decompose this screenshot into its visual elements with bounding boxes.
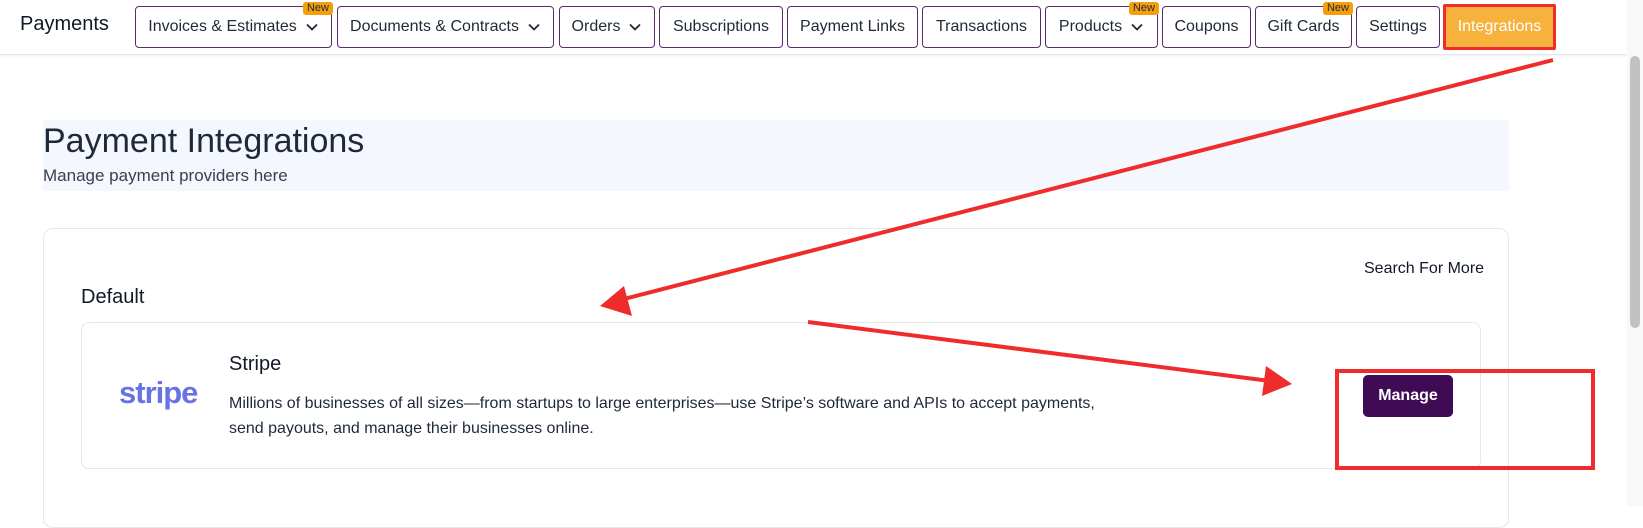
new-badge: New xyxy=(302,2,333,15)
tab-gift-cards[interactable]: Gift Cards New xyxy=(1255,2,1353,48)
search-for-more-link[interactable]: Search For More xyxy=(1364,260,1484,278)
manage-button[interactable]: Manage xyxy=(1363,375,1453,417)
tab-documents-contracts[interactable]: Documents & Contracts xyxy=(337,6,554,48)
tab-label: Settings xyxy=(1369,18,1427,35)
tab-label: Coupons xyxy=(1174,18,1239,35)
tab-label: Payment Links xyxy=(800,18,905,35)
tab-label: Products xyxy=(1058,18,1123,35)
section-heading-default: Default xyxy=(81,286,145,308)
tab-coupons[interactable]: Coupons xyxy=(1162,6,1251,48)
top-navigation-bar: Payments Invoices & Estimates New Docume… xyxy=(0,0,1627,55)
tab-label: Integrations xyxy=(1457,18,1542,35)
scrollbar-thumb[interactable] xyxy=(1630,56,1640,328)
chevron-down-icon xyxy=(528,23,540,31)
tab-integrations[interactable]: Integrations xyxy=(1443,4,1556,50)
tab-label: Gift Cards xyxy=(1267,18,1340,35)
integrations-card: Search For More Default stripe Stripe Mi… xyxy=(43,228,1509,528)
provider-description: Millions of businesses of all sizes—from… xyxy=(229,395,1095,437)
page-subtitle: Manage payment providers here xyxy=(43,166,288,185)
tab-label: Documents & Contracts xyxy=(350,18,519,35)
chevron-down-icon xyxy=(1131,23,1143,31)
tab-payment-links[interactable]: Payment Links xyxy=(787,6,918,48)
stripe-logo: stripe xyxy=(119,375,198,410)
provider-name: Stripe xyxy=(229,353,282,375)
app-title: Payments xyxy=(20,13,109,35)
chevron-down-icon xyxy=(306,23,318,31)
tab-subscriptions[interactable]: Subscriptions xyxy=(659,6,783,48)
tab-label: Transactions xyxy=(936,18,1027,35)
tab-label: Orders xyxy=(571,18,621,35)
tab-transactions[interactable]: Transactions xyxy=(922,6,1041,48)
chevron-down-icon xyxy=(629,23,642,31)
vertical-scrollbar[interactable] xyxy=(1627,0,1643,506)
page-header: Payment Integrations Manage payment prov… xyxy=(43,120,1509,191)
tab-label: Invoices & Estimates xyxy=(148,18,297,35)
new-badge: New xyxy=(1128,2,1159,15)
integration-item-stripe: stripe Stripe Millions of businesses of … xyxy=(81,322,1481,469)
tab-invoices-estimates[interactable]: Invoices & Estimates New xyxy=(135,2,333,48)
tab-orders[interactable]: Orders xyxy=(559,6,655,48)
new-badge: New xyxy=(1322,2,1353,15)
tab-label: Subscriptions xyxy=(672,18,770,35)
tab-settings[interactable]: Settings xyxy=(1356,6,1440,48)
tab-products[interactable]: Products New xyxy=(1045,2,1159,48)
page-title: Payment Integrations xyxy=(43,122,365,160)
